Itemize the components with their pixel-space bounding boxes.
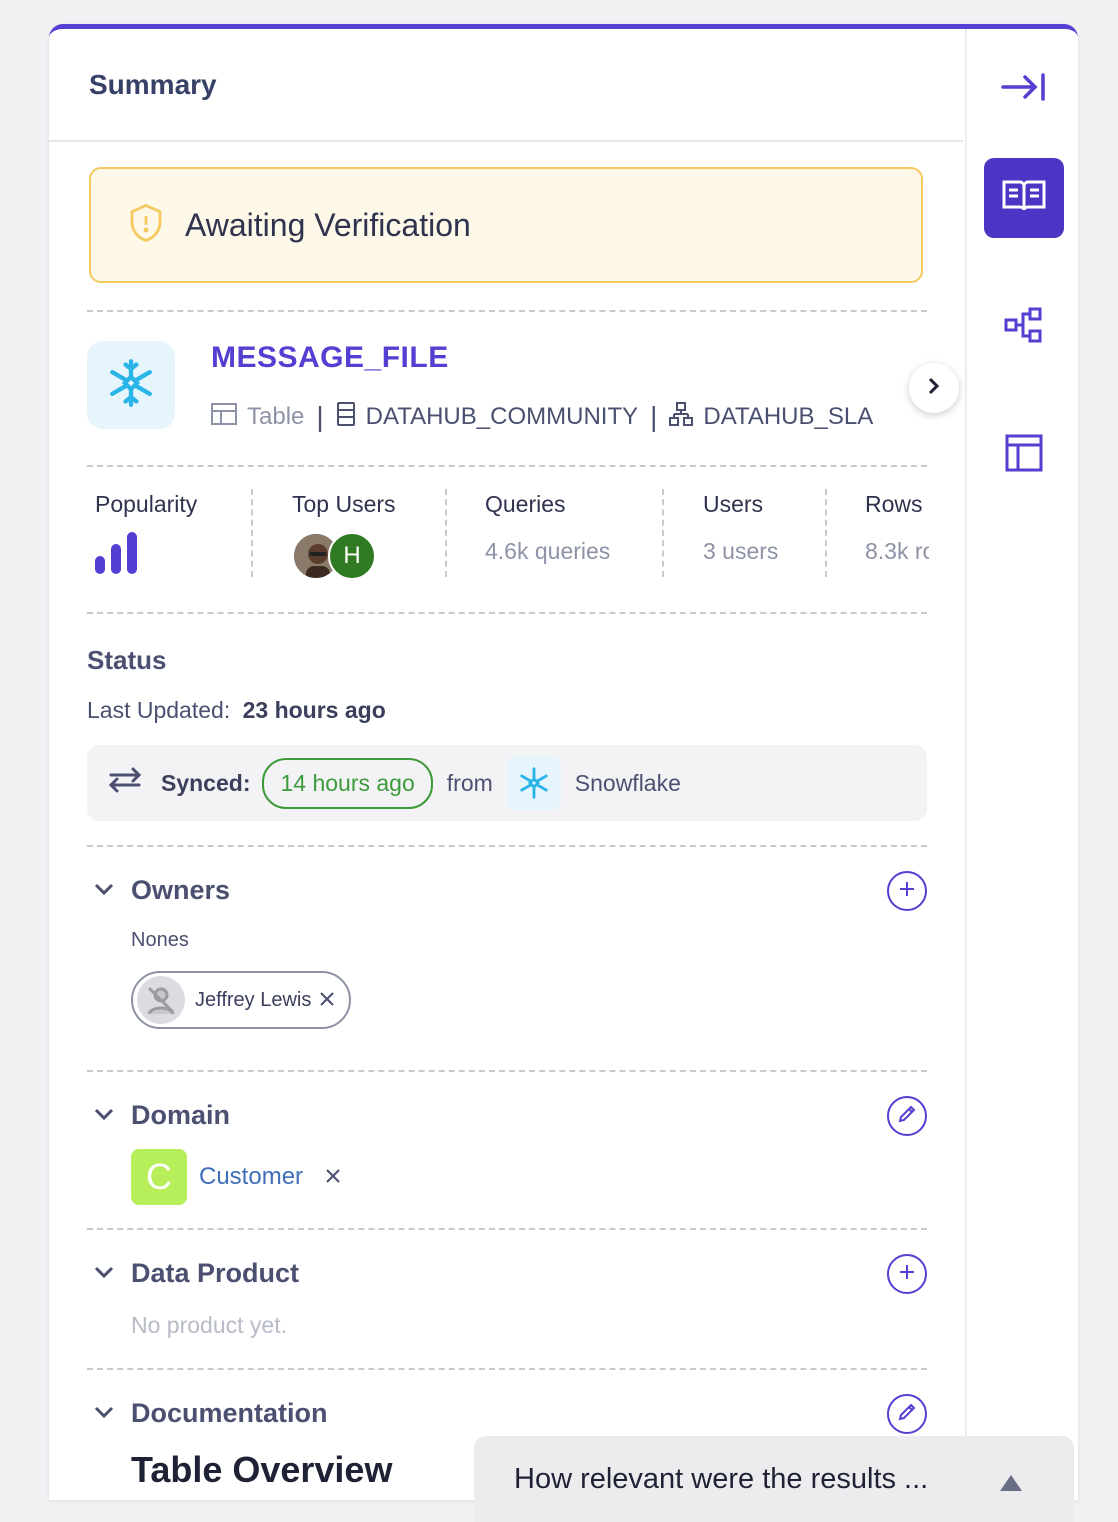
synced-time-badge: 14 hours ago <box>262 757 433 809</box>
schema-icon <box>669 401 703 433</box>
domain-title[interactable]: Domain <box>131 1100 230 1131</box>
edit-domain-button[interactable] <box>887 1096 927 1136</box>
stat-label: Rows <box>865 491 923 517</box>
stat-popularity: Popularity <box>95 485 197 585</box>
summary-title: Summary <box>89 68 217 100</box>
chevron-down-icon[interactable] <box>93 1106 115 1127</box>
stats-row: Popularity Top Users H Queries 4.6k quer… <box>87 485 929 585</box>
collapse-arrow-icon <box>1001 72 1047 107</box>
summary-header: Summary <box>49 29 963 142</box>
tab-summary[interactable] <box>984 158 1064 238</box>
edit-documentation-button[interactable] <box>887 1394 927 1434</box>
chevron-right-icon <box>926 376 942 401</box>
table-icon <box>211 402 247 432</box>
chevron-down-icon[interactable] <box>93 1264 115 1285</box>
domain-chip[interactable]: C Customer <box>131 1149 341 1205</box>
feedback-widget[interactable]: How relevant were the results ... <box>474 1436 1074 1522</box>
synced-label: Synced: <box>161 769 251 796</box>
plus-icon <box>898 1263 916 1286</box>
divider <box>87 1228 927 1230</box>
shield-icon <box>125 202 167 249</box>
entity-database[interactable]: DATAHUB_COMMUNITY <box>366 403 638 431</box>
stat-users[interactable]: Users 3 users <box>703 485 778 585</box>
popularity-bars-icon <box>95 532 197 579</box>
add-data-product-button[interactable] <box>887 1254 927 1294</box>
owners-title[interactable]: Owners <box>131 875 230 906</box>
entity-name[interactable]: MESSAGE_FILE <box>211 341 449 375</box>
database-icon <box>336 401 366 433</box>
owner-chip[interactable]: Jeffrey Lewis <box>131 971 352 1029</box>
divider <box>87 465 927 467</box>
layout-icon <box>1005 434 1043 477</box>
verification-banner: Awaiting Verification <box>89 167 923 283</box>
entity-sidebar-card: Summary Awaiting Verification MESSAGE_FI… <box>49 24 1078 1500</box>
tab-schema[interactable] <box>984 415 1064 495</box>
pencil-icon <box>897 1104 917 1129</box>
summary-panel: Summary Awaiting Verification MESSAGE_FI… <box>49 29 963 1500</box>
snowflake-icon <box>105 357 157 414</box>
divider <box>87 1368 927 1370</box>
domain-name[interactable]: Customer <box>199 1163 303 1191</box>
avatar[interactable]: H <box>328 532 376 580</box>
divider <box>87 612 927 614</box>
close-icon[interactable] <box>325 1163 341 1191</box>
stat-label: Users <box>703 491 764 517</box>
breadcrumb-next-button[interactable] <box>909 363 959 413</box>
entity-schema[interactable]: DATAHUB_SLA <box>703 403 873 431</box>
entity-type: Table <box>247 403 305 430</box>
documentation-title[interactable]: Documentation <box>131 1398 328 1429</box>
sync-arrows-icon <box>107 766 143 800</box>
documentation-heading: Table Overview <box>131 1449 393 1490</box>
owner-name: Jeffrey Lewis <box>195 988 312 1011</box>
from-label: from <box>446 769 493 796</box>
triangle-up-icon[interactable] <box>998 1468 1024 1501</box>
collapse-sidebar-button[interactable] <box>984 49 1064 129</box>
status-title: Status <box>87 645 167 675</box>
divider <box>87 310 927 312</box>
divider <box>87 1070 927 1072</box>
pencil-icon <box>897 1402 917 1427</box>
sync-status: Synced: 14 hours ago from Snowflake <box>87 745 927 821</box>
lineage-icon <box>1004 307 1044 348</box>
last-updated: Last Updated: 23 hours ago <box>87 697 386 723</box>
avatar <box>137 976 185 1024</box>
stat-label: Top Users <box>292 491 396 517</box>
owner-group-label: Nones <box>131 929 189 951</box>
close-icon[interactable] <box>319 987 335 1013</box>
side-rail <box>965 29 1078 1500</box>
stat-label: Popularity <box>95 491 198 517</box>
data-product-empty: No product yet. <box>131 1312 287 1338</box>
book-open-icon <box>1002 178 1046 219</box>
verification-text: Awaiting Verification <box>185 206 471 243</box>
stat-value: 3 users <box>703 538 779 564</box>
stat-top-users: Top Users H <box>292 485 396 585</box>
stat-value: 4.6k queries <box>485 538 611 564</box>
data-product-title[interactable]: Data Product <box>131 1258 299 1289</box>
top-users-avatars: H <box>292 532 382 580</box>
feedback-text: How relevant were the results ... <box>514 1462 929 1495</box>
plus-icon <box>898 880 916 903</box>
divider <box>87 845 927 847</box>
stat-label: Queries <box>485 491 566 517</box>
stat-rows: Rows 8.3k rows <box>865 485 929 585</box>
stat-value: 8.3k rows <box>865 538 929 564</box>
chevron-down-icon[interactable] <box>93 1404 115 1425</box>
sync-source: Snowflake <box>574 769 681 796</box>
chevron-down-icon[interactable] <box>93 881 115 902</box>
tab-lineage[interactable] <box>984 287 1064 367</box>
entity-breadcrumb: Table | DATAHUB_COMMUNITY | DATAHUB_SLA <box>211 397 931 437</box>
snowflake-logo <box>87 341 175 429</box>
add-owner-button[interactable] <box>887 871 927 911</box>
stat-queries[interactable]: Queries 4.6k queries <box>485 485 610 585</box>
snowflake-icon <box>506 756 561 810</box>
domain-avatar: C <box>131 1149 187 1205</box>
